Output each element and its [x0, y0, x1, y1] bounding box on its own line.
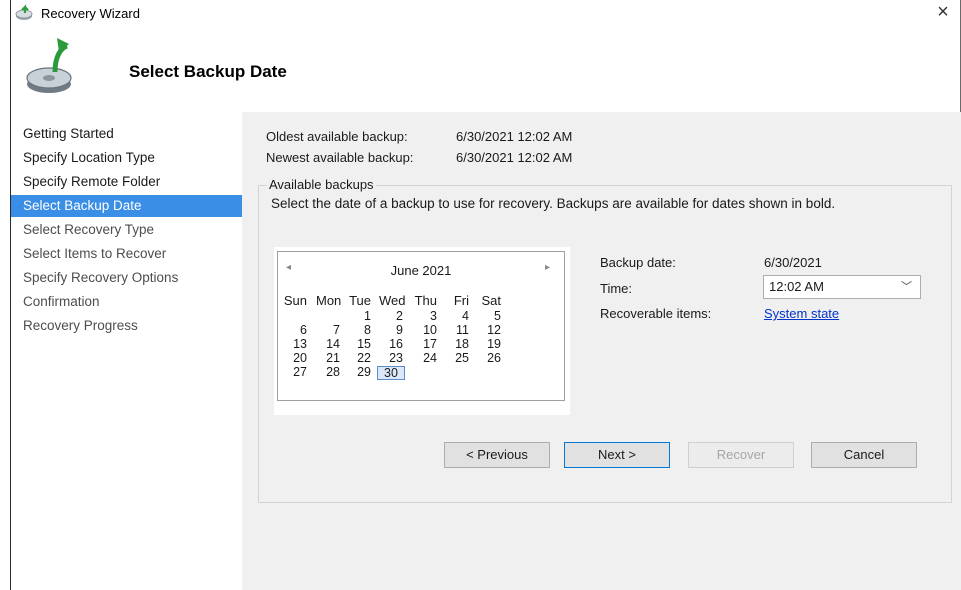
close-button[interactable]: ×	[926, 0, 960, 26]
calendar-day[interactable]: 22	[347, 352, 371, 365]
calendar-day[interactable]: 30	[377, 366, 405, 380]
calendar-day[interactable]: 1	[347, 310, 371, 323]
calendar-month-label: June 2021	[390, 263, 452, 278]
calendar-day[interactable]: 6	[283, 324, 307, 337]
calendar-day[interactable]: 19	[477, 338, 501, 351]
backup-date-label: Backup date:	[600, 255, 676, 270]
nav-step-recovery-progress[interactable]: Recovery Progress	[11, 315, 242, 337]
calendar-day[interactable]: 3	[413, 310, 437, 323]
newest-backup-label: Newest available backup:	[266, 150, 414, 165]
time-select[interactable]: 12:02 AM ﹀	[763, 275, 921, 299]
calendar-day[interactable]: 14	[316, 338, 340, 351]
calendar-day[interactable]: 16	[379, 338, 403, 351]
calendar-day[interactable]: 17	[413, 338, 437, 351]
calendar-day[interactable]: 25	[445, 352, 469, 365]
wizard-steps-nav: Getting Started Specify Location Type Spec…	[11, 112, 243, 590]
title-bar: Recovery Wizard ×	[11, 0, 960, 28]
available-backups-legend: Available backups	[267, 177, 376, 192]
nav-step-specify-location-type[interactable]: Specify Location Type	[11, 147, 242, 169]
calendar-day[interactable]: 4	[445, 310, 469, 323]
available-backups-description: Select the date of a backup to use for r…	[271, 196, 836, 211]
calendar-weekday: Wed	[379, 293, 406, 308]
nav-step-specify-recovery-options[interactable]: Specify Recovery Options	[11, 267, 242, 289]
calendar-day[interactable]: 2	[379, 310, 403, 323]
calendar-weekday: Sun	[283, 293, 307, 308]
calendar-day[interactable]: 23	[379, 352, 403, 365]
window-title: Recovery Wizard	[41, 6, 140, 21]
calendar-day[interactable]: 18	[445, 338, 469, 351]
calendar-day[interactable]: 15	[347, 338, 371, 351]
nav-step-specify-remote-folder[interactable]: Specify Remote Folder	[11, 171, 242, 193]
backup-date-value: 6/30/2021	[764, 255, 822, 270]
backup-calendar[interactable]: ◂ June 2021 ▸ Sun Mon Tue Wed Thu Fri Sat 1 2 3 4 5…	[277, 251, 565, 401]
calendar-day[interactable]: 29	[347, 366, 371, 379]
chevron-down-icon: ﹀	[901, 281, 912, 293]
calendar-day[interactable]: 7	[316, 324, 340, 337]
calendar-weekday: Mon	[316, 293, 342, 308]
calendar-day[interactable]: 27	[283, 366, 307, 379]
oldest-backup-label: Oldest available backup:	[266, 129, 408, 144]
system-state-link[interactable]: System state	[764, 306, 839, 321]
calendar-day[interactable]: 26	[477, 352, 501, 365]
backup-disk-icon	[15, 4, 33, 20]
nav-step-select-items-to-recover[interactable]: Select Items to Recover	[11, 243, 242, 265]
calendar-next-month-icon[interactable]: ▸	[545, 262, 550, 273]
calendar-weekday: Thu	[414, 293, 437, 308]
recoverable-items-label: Recoverable items:	[600, 306, 712, 321]
calendar-day[interactable]: 12	[477, 324, 501, 337]
wizard-header: Select Backup Date	[11, 28, 960, 113]
next-button[interactable]: Next >	[564, 442, 670, 468]
calendar-day[interactable]: 10	[413, 324, 437, 337]
calendar-day[interactable]: 8	[347, 324, 371, 337]
time-select-value: 12:02 AM	[769, 279, 824, 294]
calendar-day[interactable]: 5	[477, 310, 501, 323]
previous-button[interactable]: < Previous	[444, 442, 550, 468]
nav-step-select-backup-date[interactable]: Select Backup Date	[11, 195, 242, 217]
calendar-day[interactable]: 11	[445, 324, 469, 337]
calendar-weekday: Sat	[481, 293, 501, 308]
main-panel: Oldest available backup: 6/30/2021 12:02…	[242, 112, 961, 590]
calendar-day[interactable]: 21	[316, 352, 340, 365]
calendar-day[interactable]: 24	[413, 352, 437, 365]
calendar-weekday: Fri	[453, 293, 469, 308]
calendar-frame: ◂ June 2021 ▸ Sun Mon Tue Wed Thu Fri Sat 1 2 3 4 5…	[274, 247, 570, 415]
nav-step-select-recovery-type[interactable]: Select Recovery Type	[11, 219, 242, 241]
calendar-weekday: Tue	[349, 293, 371, 308]
nav-step-confirmation[interactable]: Confirmation	[11, 291, 242, 313]
recovery-wizard-window: Recovery Wizard × Select Backup Date Get…	[10, 0, 961, 590]
calendar-day[interactable]: 20	[283, 352, 307, 365]
recover-button[interactable]: Recover	[688, 442, 794, 468]
calendar-day[interactable]: 28	[316, 366, 340, 379]
time-label: Time:	[600, 281, 633, 296]
calendar-day[interactable]: 13	[283, 338, 307, 351]
page-title: Select Backup Date	[129, 62, 287, 81]
oldest-backup-value: 6/30/2021 12:02 AM	[456, 129, 573, 144]
nav-step-getting-started[interactable]: Getting Started	[11, 123, 242, 145]
calendar-day[interactable]: 9	[379, 324, 403, 337]
newest-backup-value: 6/30/2021 12:02 AM	[456, 150, 573, 165]
backup-disk-arrow-icon	[26, 38, 72, 93]
cancel-button[interactable]: Cancel	[811, 442, 917, 468]
